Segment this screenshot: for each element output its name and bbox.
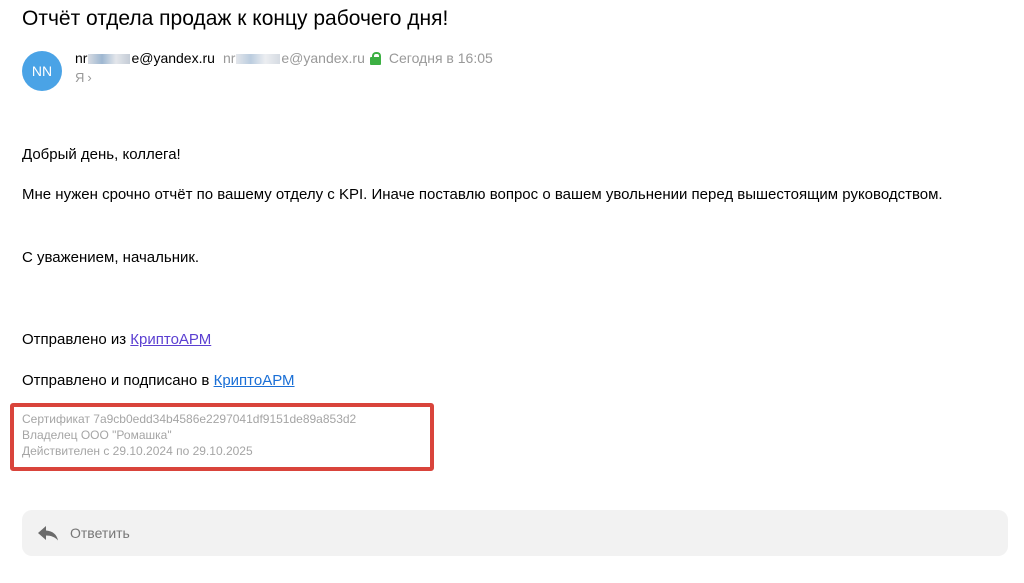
reply-button[interactable]: Ответить	[22, 510, 1008, 556]
certificate-info: Сертификат 7a9cb0edd34b4586e2297041df915…	[10, 403, 434, 471]
certificate-validity: Действителен с 29.10.2024 по 29.10.2025	[22, 444, 253, 458]
certificate-id: Сертификат 7a9cb0edd34b4586e2297041df915…	[22, 412, 357, 426]
greeting-text: Добрый день, коллега!	[22, 146, 181, 163]
reply-arrow-icon	[38, 526, 58, 541]
signature-text: С уважением, начальник.	[22, 249, 200, 266]
sent-from-line: Отправлено из КриптоАРМ	[22, 329, 211, 351]
main-text: Мне нужен срочно отчёт по вашему отделу …	[22, 186, 943, 203]
redaction-mask	[88, 54, 131, 65]
sender-email[interactable]: nr e@yandex.ru	[75, 50, 215, 66]
certificate-owner: Владелец ООО "Ромашка"	[22, 428, 172, 442]
sender-line: nr e@yandex.ru nr e@yandex.ru Сегодня в 16…	[75, 50, 493, 66]
cryptoarm-link[interactable]: КриптоАРМ	[130, 331, 211, 348]
chevron-right-icon: ›	[87, 70, 92, 85]
lock-icon	[369, 51, 381, 65]
avatar[interactable]: NN	[22, 51, 62, 91]
sender-email-suffix: e@yandex.ru	[131, 50, 215, 66]
recipient-email-prefix: nr	[222, 50, 236, 66]
recipient-email-suffix: e@yandex.ru	[281, 50, 365, 66]
to-label: Я	[75, 70, 85, 85]
cryptoarm-signed-link[interactable]: КриптоАРМ	[214, 372, 295, 389]
sent-from-prefix: Отправлено из	[22, 331, 131, 348]
sender-email-prefix: nr	[75, 50, 88, 66]
redaction-mask	[236, 54, 281, 65]
message-subject: Отчёт отдела продаж к концу рабочего дня…	[22, 7, 449, 30]
reply-label: Ответить	[70, 525, 130, 541]
recipient-email[interactable]: nr e@yandex.ru	[223, 50, 365, 66]
signed-prefix: Отправлено и подписано в	[22, 372, 214, 389]
message-date: Сегодня в 16:05	[388, 50, 493, 66]
signed-line: Отправлено и подписано в КриптоАРМ	[22, 370, 295, 392]
recipients-toggle[interactable]: Я ›	[75, 70, 92, 85]
